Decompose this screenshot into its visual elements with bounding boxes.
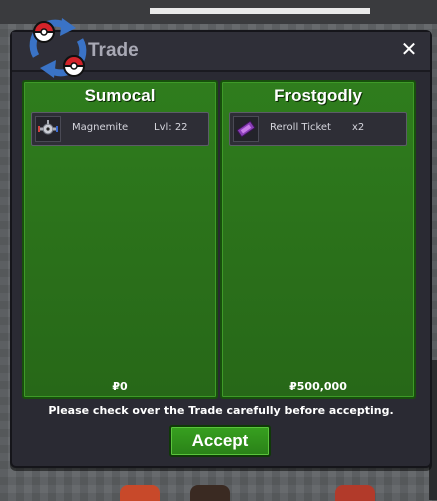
background-sprite [120,485,160,501]
item-name: Reroll Ticket [270,122,331,133]
background-sprite [335,485,375,501]
item-name: Magnemite [72,122,129,133]
window-title: Trade [88,40,139,61]
trader-name: Sumocal [84,86,156,105]
game-background-line [150,8,370,14]
magnemite-sprite-icon [35,116,61,142]
offered-money: ₽500,000 [289,380,347,393]
close-icon[interactable]: ✕ [398,38,420,60]
item-level: Lvl: 22 [154,122,188,133]
trade-item-slot[interactable]: Reroll Ticket x2 [229,112,407,146]
trader-name: Frostgodly [274,86,362,105]
background-sprite [190,485,230,501]
item-quantity: x2 [352,122,365,133]
trade-panel-right: Frostgodly Reroll Ticket x2 ₽500,000 [220,80,416,399]
trade-item-slot[interactable]: Magnemite Lvl: 22 [31,112,209,146]
offered-money: ₽0 [112,380,128,393]
trade-panel-left: Sumocal Magnemite Lvl: 22 ₽0 [22,80,218,399]
reroll-ticket-icon [233,116,259,142]
trade-arrows-icon [29,18,87,78]
trade-notice: Please check over the Trade carefully be… [48,404,394,417]
trade-window: Trade ✕ Sumocal Magnemite Lvl: 22 ₽0 Fro… [10,18,432,468]
accept-button[interactable]: Accept [169,425,271,457]
